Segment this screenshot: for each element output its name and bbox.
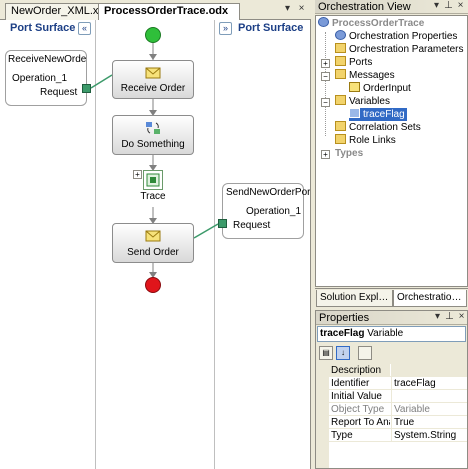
panel-close-icon[interactable]: × [456,312,467,323]
shape-label: Send Order [127,247,179,258]
tool-window-tabs: Solution Expl… Orchestratio… [315,288,468,307]
envelope-icon [145,230,161,242]
envelope-icon [145,67,161,79]
shape-label: Receive Order [120,83,186,94]
folder-open-icon [335,95,346,105]
do-something-shape[interactable]: Do Something [112,115,194,155]
panel-pin-icon[interactable]: ⊥ [444,312,455,323]
property-grid-margin [316,364,329,468]
property-row-identifier[interactable]: Identifier traceFlag [316,377,467,390]
alphabetical-icon[interactable]: ↓ [336,346,350,360]
tree-item-orchestration-parameters[interactable]: Orchestration Parameters [335,43,464,56]
property-grid[interactable]: Description Identifier traceFlag Initial … [316,364,467,468]
tab-close-icon[interactable]: × [296,4,307,15]
gear-icon [335,30,346,40]
tree-item-messages[interactable]: Messages [335,69,395,82]
folder-icon [335,56,346,66]
expression-icon [146,173,160,187]
tree-item-correlation-sets[interactable]: Correlation Sets [335,121,421,134]
end-shape[interactable] [145,277,161,293]
property-row-description[interactable]: Description [316,364,467,377]
tree-item-variables[interactable]: Variables [335,95,390,108]
tree-item-types[interactable]: Types [335,147,363,160]
property-row-object-type[interactable]: Object Type Variable [316,403,467,416]
property-row-initial-value[interactable]: Initial Value [316,390,467,403]
property-pages-icon[interactable] [358,346,372,360]
tree-item-orchestration-properties[interactable]: Orchestration Properties [335,30,457,43]
folder-icon [335,134,346,144]
orchestration-view-header: Orchestration View ▾ ⊥ × [315,0,468,15]
tree-root[interactable]: ProcessOrderTrace [318,17,424,30]
properties-window: Properties ▾ ⊥ × traceFlag Variable ▤ ↓ … [315,310,468,469]
shape-label: Do Something [121,139,185,150]
message-icon [349,82,360,92]
tab-label: NewOrder_XML.xsd [11,5,111,17]
orchestration-designer[interactable]: Port Surface « » Port Surface ReceiveNew… [0,20,311,469]
collapse-messages-button[interactable]: − [321,72,330,81]
tab-solution-explorer[interactable]: Solution Expl… [316,290,393,307]
folder-icon [335,121,346,131]
collapse-variables-button[interactable]: − [321,98,330,107]
tree-item-ports[interactable]: Ports [335,56,372,69]
tab-orchestration-view[interactable]: Orchestratio… [393,290,467,307]
expand-trace-button[interactable]: + [133,170,142,179]
panel-close-icon[interactable]: × [455,1,466,12]
variable-icon [349,108,360,118]
document-tab-strip: NewOrder_XML.xsd ProcessOrderTrace.odx ▾… [0,0,311,21]
tree-item-orderinput[interactable]: OrderInput [349,82,411,95]
folder-icon [335,43,346,53]
property-row-report-to-analyst[interactable]: Report To AnalyTrue [316,416,467,429]
trace-label: Trace [140,191,166,202]
receive-order-shape[interactable]: Receive Order [112,60,194,99]
tree-item-role-links[interactable]: Role Links [335,134,396,147]
expand-ports-button[interactable]: + [321,59,330,68]
trace-shape[interactable] [143,170,163,190]
panel-dropdown-icon[interactable]: ▾ [432,312,443,323]
send-order-shape[interactable]: Send Order [112,223,194,263]
start-shape[interactable] [145,27,161,43]
tab-dropdown-icon[interactable]: ▾ [282,4,293,15]
orchestration-icon [318,17,329,27]
panel-dropdown-icon[interactable]: ▾ [431,1,442,12]
folder-open-icon [335,69,346,79]
tree-item-traceflag[interactable]: traceFlag [349,108,407,121]
property-row-type[interactable]: Type System.String [316,429,467,442]
panel-pin-icon[interactable]: ⊥ [443,1,454,12]
tab-neworder-xsd[interactable]: NewOrder_XML.xsd [5,3,110,20]
construct-icon [146,122,160,134]
expand-types-button[interactable]: + [321,150,330,159]
categorized-icon[interactable]: ▤ [319,346,333,360]
orchestration-tree[interactable]: ProcessOrderTrace Orchestration Properti… [315,15,468,287]
tab-label: ProcessOrderTrace.odx [104,5,229,17]
tab-processordertrace-odx[interactable]: ProcessOrderTrace.odx [98,3,240,21]
object-selector[interactable]: traceFlag Variable [317,326,466,342]
